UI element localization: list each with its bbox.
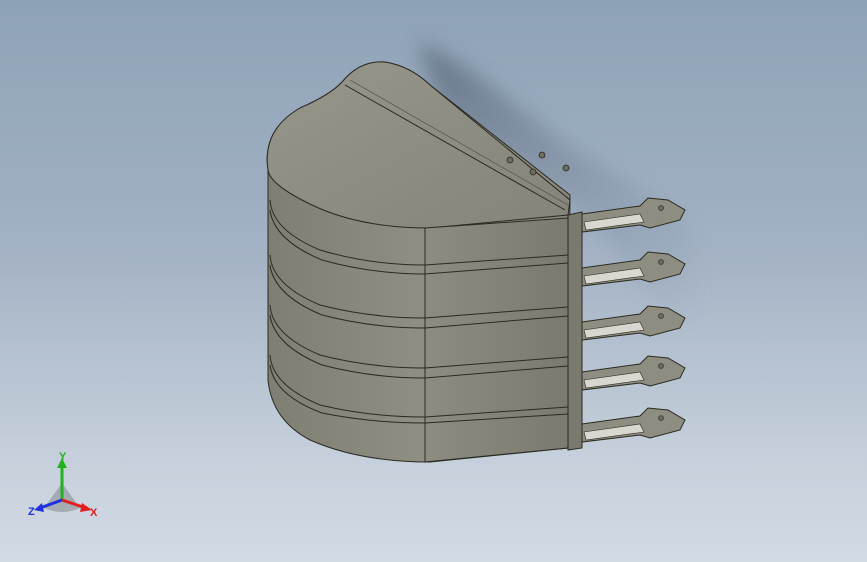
coordinate-triad-icon: Y X Z (28, 451, 98, 519)
y-axis-label: Y (59, 451, 67, 463)
bolt-hole (562, 164, 570, 172)
tooth[interactable] (581, 407, 686, 443)
bolt-hole (538, 151, 546, 159)
bolt-hole (506, 156, 514, 164)
z-axis-label: Z (28, 506, 35, 518)
x-axis-label: X (90, 507, 98, 519)
bolt-hole (529, 168, 537, 176)
tooth[interactable] (581, 305, 686, 341)
excavator-bucket-model[interactable] (0, 0, 867, 562)
bucket-front-panel[interactable] (424, 217, 569, 463)
cutting-edge-strip[interactable] (567, 211, 583, 451)
tooth[interactable] (581, 355, 686, 391)
3d-viewport[interactable]: Y X Z (0, 0, 867, 562)
